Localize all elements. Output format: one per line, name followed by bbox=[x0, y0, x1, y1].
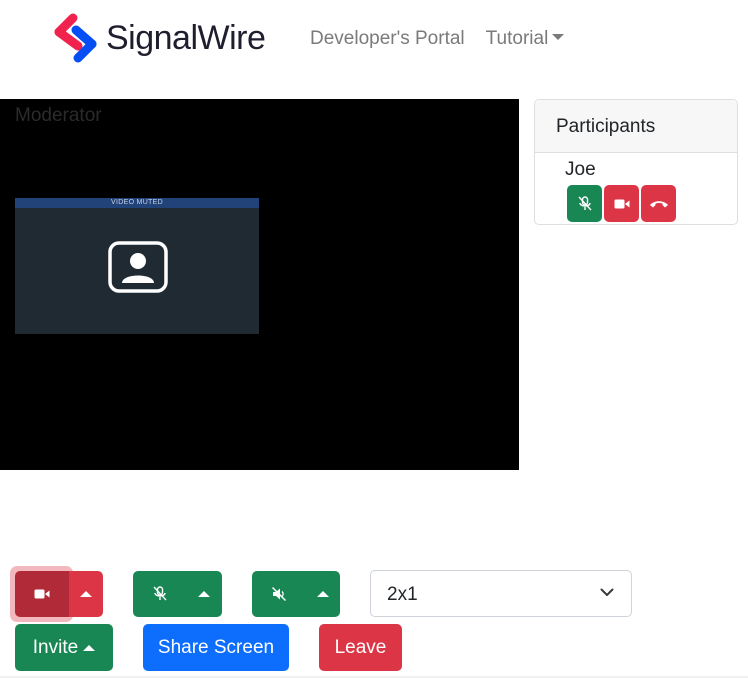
caret-up-icon bbox=[317, 591, 329, 597]
invite-button[interactable]: Invite bbox=[15, 624, 113, 671]
video-muted-banner: VIDEO MUTED bbox=[15, 198, 259, 208]
microphone-control-group bbox=[133, 571, 222, 617]
participant-mute-video-button[interactable] bbox=[604, 185, 639, 222]
caret-up-icon bbox=[198, 591, 210, 597]
camera-control-group bbox=[15, 571, 103, 617]
layout-select[interactable]: 2x1 bbox=[370, 570, 632, 617]
brand-name: SignalWire bbox=[106, 18, 266, 57]
participants-title: Participants bbox=[535, 100, 737, 153]
caret-up-icon bbox=[80, 591, 92, 597]
participant-mute-audio-button[interactable] bbox=[567, 185, 602, 222]
leave-button[interactable]: Leave bbox=[319, 624, 402, 671]
participant-actions bbox=[567, 185, 676, 222]
phone-hangup-icon bbox=[649, 200, 668, 207]
speaker-slash-icon bbox=[271, 586, 287, 602]
camera-options-dropdown[interactable] bbox=[69, 571, 103, 617]
microphone-slash-icon bbox=[577, 195, 592, 210]
layer-label: Moderator bbox=[15, 105, 102, 126]
speaker-options-dropdown[interactable] bbox=[306, 571, 340, 617]
nav-tutorial-label: Tutorial bbox=[485, 28, 549, 49]
microphone-slash-icon bbox=[153, 586, 167, 601]
user-square-icon bbox=[108, 241, 168, 293]
video-camera-icon bbox=[614, 199, 629, 208]
invite-label: Invite bbox=[32, 636, 79, 658]
caret-up-icon bbox=[83, 644, 96, 651]
nav-tutorial-dropdown[interactable]: Tutorial bbox=[486, 28, 565, 50]
speaker-control-group bbox=[252, 571, 340, 617]
caret-down-icon bbox=[552, 34, 565, 40]
member-video-tile[interactable]: VIDEO MUTED bbox=[15, 198, 259, 334]
microphone-options-dropdown[interactable] bbox=[187, 571, 221, 617]
signalwire-logo-icon bbox=[54, 13, 97, 63]
participant-name: Joe bbox=[565, 159, 596, 180]
video-camera-icon bbox=[34, 589, 50, 599]
nav-developers-portal[interactable]: Developer's Portal bbox=[310, 28, 465, 50]
brand-logo[interactable]: SignalWire bbox=[54, 13, 266, 63]
chevron-down-icon bbox=[600, 588, 614, 596]
participants-panel: Participants Joe bbox=[534, 99, 738, 225]
share-screen-button[interactable]: Share Screen bbox=[143, 624, 289, 671]
layout-select-value: 2x1 bbox=[387, 584, 418, 605]
participant-remove-button[interactable] bbox=[641, 185, 676, 222]
toggle-camera-button[interactable] bbox=[15, 571, 69, 617]
toggle-microphone-button[interactable] bbox=[133, 571, 187, 617]
top-nav: Developer's Portal Tutorial bbox=[310, 28, 565, 50]
video-canvas[interactable]: Moderator VIDEO MUTED bbox=[0, 99, 519, 470]
toggle-speaker-button[interactable] bbox=[252, 571, 306, 617]
